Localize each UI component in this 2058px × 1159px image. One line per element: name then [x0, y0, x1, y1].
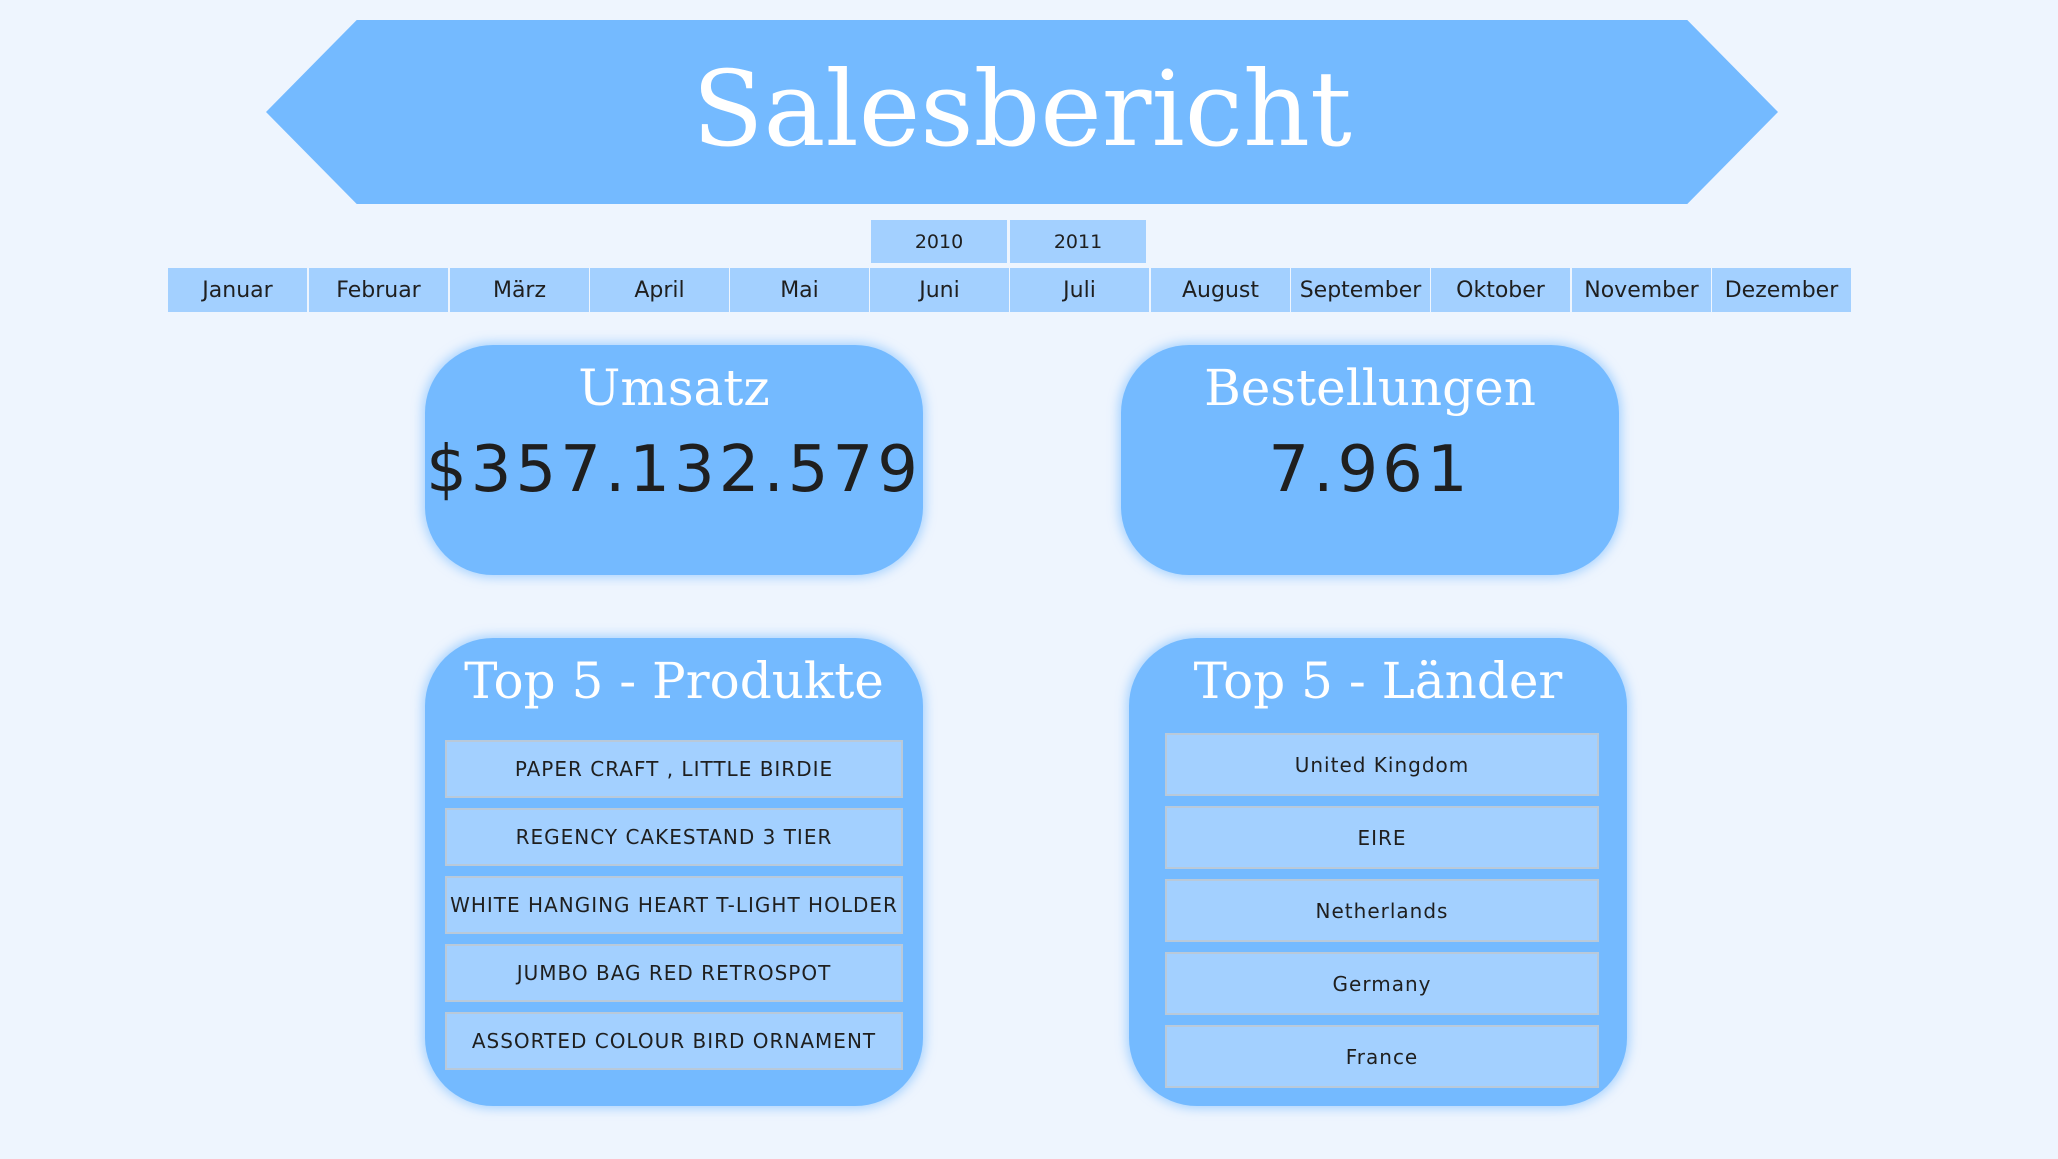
top-countries-title: Top 5 - Länder — [1193, 652, 1563, 710]
orders-title: Bestellungen — [1204, 359, 1536, 417]
month-button-februar[interactable]: Februar — [309, 268, 448, 312]
country-item[interactable]: France — [1165, 1025, 1599, 1088]
year-button-2011[interactable]: 2011 — [1010, 220, 1146, 263]
product-item[interactable]: WHITE HANGING HEART T-LIGHT HOLDER — [445, 876, 903, 934]
month-button-dezember[interactable]: Dezember — [1712, 268, 1851, 312]
top-countries-card: Top 5 - Länder United Kingdom EIRE Nethe… — [1129, 638, 1627, 1106]
month-button-januar[interactable]: Januar — [168, 268, 307, 312]
month-button-oktober[interactable]: Oktober — [1431, 268, 1570, 312]
top-products-list: PAPER CRAFT , LITTLE BIRDIE REGENCY CAKE… — [445, 740, 903, 1080]
country-item[interactable]: Germany — [1165, 952, 1599, 1015]
revenue-title: Umsatz — [578, 359, 770, 417]
month-button-maerz[interactable]: März — [450, 268, 589, 312]
month-button-september[interactable]: September — [1291, 268, 1430, 312]
revenue-value: $357.132.579 — [426, 433, 922, 507]
top-products-card: Top 5 - Produkte PAPER CRAFT , LITTLE BI… — [425, 638, 923, 1106]
top-countries-list: United Kingdom EIRE Netherlands Germany … — [1165, 733, 1599, 1098]
month-button-juli[interactable]: Juli — [1010, 268, 1149, 312]
revenue-card: Umsatz $357.132.579 — [425, 345, 923, 575]
year-button-2010[interactable]: 2010 — [871, 220, 1007, 263]
orders-value: 7.961 — [1268, 433, 1472, 507]
product-item[interactable]: JUMBO BAG RED RETROSPOT — [445, 944, 903, 1002]
country-item[interactable]: EIRE — [1165, 806, 1599, 869]
product-item[interactable]: PAPER CRAFT , LITTLE BIRDIE — [445, 740, 903, 798]
month-button-april[interactable]: April — [590, 268, 729, 312]
month-button-mai[interactable]: Mai — [730, 268, 869, 312]
product-item[interactable]: ASSORTED COLOUR BIRD ORNAMENT — [445, 1012, 903, 1070]
month-button-juni[interactable]: Juni — [870, 268, 1009, 312]
orders-card: Bestellungen 7.961 — [1121, 345, 1619, 575]
title-banner: Salesbericht — [266, 20, 1778, 204]
country-item[interactable]: United Kingdom — [1165, 733, 1599, 796]
country-item[interactable]: Netherlands — [1165, 879, 1599, 942]
page-title: Salesbericht — [692, 48, 1352, 170]
product-item[interactable]: REGENCY CAKESTAND 3 TIER — [445, 808, 903, 866]
month-button-august[interactable]: August — [1151, 268, 1290, 312]
top-products-title: Top 5 - Produkte — [464, 652, 884, 710]
month-button-november[interactable]: November — [1572, 268, 1711, 312]
